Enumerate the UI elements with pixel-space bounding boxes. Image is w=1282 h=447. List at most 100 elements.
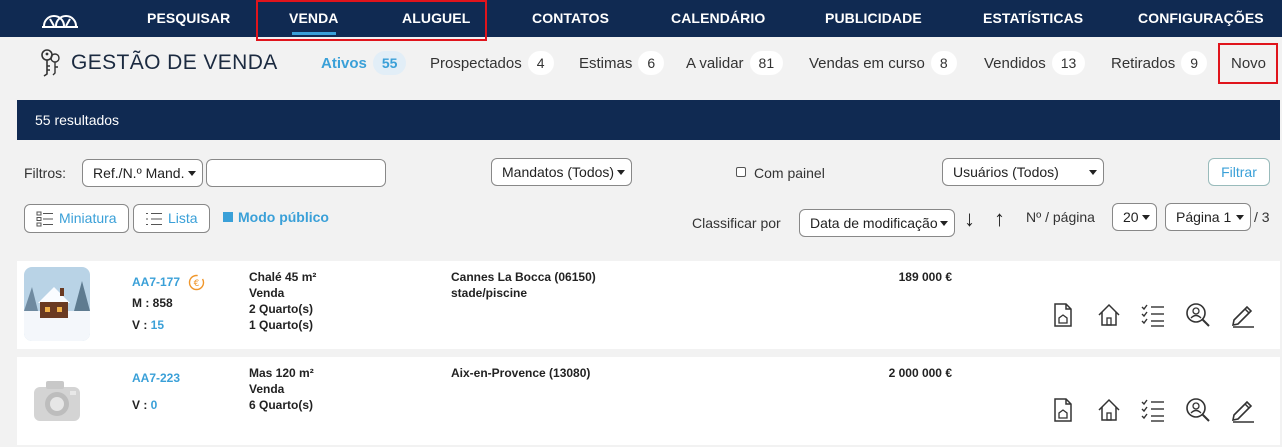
select-value: Página 1 xyxy=(1176,209,1232,225)
ref-type-select[interactable]: Ref./N.º Mand. xyxy=(82,159,203,187)
rooms: 1 Quarto(s) xyxy=(249,318,314,332)
tab-label: Retirados xyxy=(1111,55,1176,72)
sort-select[interactable]: Data de modificação xyxy=(799,209,955,237)
svg-text:€: € xyxy=(194,279,200,289)
sort-ascending-arrow-icon[interactable]: ↑ xyxy=(994,206,1005,232)
tab-label: Ativos xyxy=(321,55,367,72)
document-house-icon[interactable] xyxy=(1050,302,1076,328)
rooms: 2 Quarto(s) xyxy=(249,302,314,316)
nav-contatos[interactable]: CONTATOS xyxy=(532,0,609,37)
transaction-type: Venda xyxy=(249,286,285,300)
document-house-icon[interactable] xyxy=(1050,397,1076,423)
square-checkbox-icon xyxy=(223,212,233,222)
house-icon[interactable] xyxy=(1096,397,1122,423)
views-count: 0 xyxy=(150,398,158,412)
tab-vendas-em-curso[interactable]: Vendas em curso 8 xyxy=(809,51,957,77)
sort-label: Classificar por xyxy=(692,215,781,231)
button-label: Miniatura xyxy=(59,210,117,226)
property-photo[interactable] xyxy=(24,363,90,437)
dashboard-gauge-icon[interactable] xyxy=(40,6,80,30)
city: Aix-en-Provence (13080) xyxy=(451,366,591,380)
property-type: Mas 120 m² xyxy=(249,366,314,380)
listing-ref-link[interactable]: AA7-223 xyxy=(132,371,180,385)
per-page-select[interactable]: 20 xyxy=(1112,203,1157,231)
tab-vendidos[interactable]: Vendidos 13 xyxy=(984,51,1086,77)
tab-count-badge: 6 xyxy=(638,51,665,75)
top-navigation: PESQUISAR VENDA ALUGUEL CONTATOS CALENDÁ… xyxy=(0,0,1282,37)
page-total: / 3 xyxy=(1254,209,1270,225)
checklist-icon[interactable] xyxy=(1140,302,1166,328)
chevron-down-icon xyxy=(617,170,625,175)
ref-search-input[interactable] xyxy=(206,159,386,187)
tab-label: Vendidos xyxy=(984,55,1046,72)
select-value: Ref./N.º Mand. xyxy=(93,165,185,181)
nav-publicidade[interactable]: PUBLICIDADE xyxy=(825,0,922,37)
chevron-down-icon xyxy=(188,171,196,176)
panel-checkbox[interactable] xyxy=(736,167,746,177)
tab-count-badge: 81 xyxy=(749,51,784,75)
tab-prospectados[interactable]: Prospectados 4 xyxy=(430,51,554,77)
tab-a-validar[interactable]: A validar 81 xyxy=(686,51,784,77)
tab-label: Prospectados xyxy=(430,55,522,72)
listing-views: V : 15 xyxy=(132,318,164,332)
chevron-down-icon xyxy=(940,221,948,226)
filter-button[interactable]: Filtrar xyxy=(1208,158,1270,186)
listing-description: Chalé 45 m² Venda 2 Quarto(s) 1 Quarto(s… xyxy=(249,269,316,333)
house-icon[interactable] xyxy=(1096,302,1122,328)
nav-pesquisar[interactable]: PESQUISAR xyxy=(147,0,230,37)
views-count: 15 xyxy=(150,318,165,332)
edit-pencil-icon[interactable] xyxy=(1230,397,1256,423)
search-person-icon[interactable] xyxy=(1185,302,1211,328)
page-title: GESTÃO DE VENDA xyxy=(71,51,278,74)
property-type: Chalé 45 m² xyxy=(249,270,317,284)
select-value: Data de modificação xyxy=(810,215,938,231)
thumbnail-view-button[interactable]: Miniatura xyxy=(24,204,129,233)
listing-row[interactable]: AA7-223 V : 0 Mas 120 m² Venda 6 Quarto(… xyxy=(17,357,1280,445)
tab-label: Estimas xyxy=(579,55,633,72)
tab-count-badge: 8 xyxy=(930,51,957,75)
euro-sync-icon: € xyxy=(188,274,205,291)
page-select[interactable]: Página 1 xyxy=(1165,203,1251,231)
tab-estimas[interactable]: Estimas 6 xyxy=(579,51,665,77)
nav-calendario[interactable]: CALENDÁRIO xyxy=(671,0,765,37)
keys-icon xyxy=(41,49,60,77)
users-select[interactable]: Usuários (Todos) xyxy=(942,158,1104,186)
tab-retirados[interactable]: Retirados 9 xyxy=(1111,51,1207,77)
checklist-icon[interactable] xyxy=(1140,397,1166,423)
mandates-select[interactable]: Mandatos (Todos) xyxy=(491,158,632,186)
listing-ref-link[interactable]: AA7-177 xyxy=(132,275,180,289)
listing-row[interactable]: AA7-177 € M : 858 V : 15 Chalé 45 m² Ven… xyxy=(17,261,1280,349)
tab-label: Vendas em curso xyxy=(809,55,925,72)
property-photo[interactable] xyxy=(24,267,90,341)
highlight-box-venda-aluguel xyxy=(256,0,487,41)
sort-descending-arrow-icon[interactable]: ↓ xyxy=(964,206,975,232)
listing-description: Mas 120 m² Venda 6 Quarto(s) xyxy=(249,365,314,413)
camera-placeholder-icon xyxy=(34,381,80,421)
nav-estatisticas[interactable]: ESTATÍSTICAS xyxy=(983,0,1083,37)
tab-count-badge: 13 xyxy=(1051,51,1086,75)
list-icon xyxy=(146,213,162,225)
results-count-bar: 55 resultados xyxy=(17,100,1280,140)
public-mode-toggle[interactable]: Modo público xyxy=(223,209,329,225)
highlight-box-novo xyxy=(1218,43,1278,84)
search-person-icon[interactable] xyxy=(1185,397,1211,423)
snowy-chalet-photo xyxy=(24,267,90,341)
select-value: 20 xyxy=(1123,209,1139,225)
views-label: V : xyxy=(132,318,151,332)
select-value: Usuários (Todos) xyxy=(953,164,1059,180)
chevron-down-icon xyxy=(1089,170,1097,175)
edit-pencil-icon[interactable] xyxy=(1230,302,1256,328)
tab-count-badge: 9 xyxy=(1181,51,1207,75)
filters-label: Filtros: xyxy=(24,165,66,181)
thumbnail-grid-icon xyxy=(36,211,53,227)
tab-label: A validar xyxy=(686,55,744,72)
chevron-down-icon xyxy=(1142,215,1150,220)
listing-location: Aix-en-Provence (13080) xyxy=(451,365,590,381)
tab-ativos[interactable]: Ativos 55 xyxy=(321,51,407,77)
listing-price: 2 000 000 € xyxy=(888,366,952,380)
tab-count-badge: 4 xyxy=(527,51,554,75)
listing-views: V : 0 xyxy=(132,398,157,412)
per-page-label: Nº / página xyxy=(1026,209,1095,225)
list-view-button[interactable]: Lista xyxy=(133,204,210,233)
nav-configuracoes[interactable]: CONFIGURAÇÕES xyxy=(1138,0,1264,37)
